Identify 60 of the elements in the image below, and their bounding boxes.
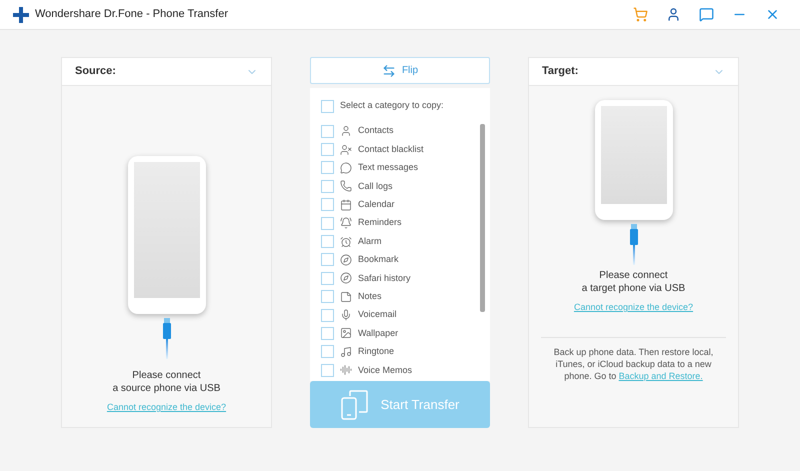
checkbox[interactable] xyxy=(321,143,334,156)
checkbox[interactable] xyxy=(321,326,334,340)
plus-logo-icon xyxy=(13,6,29,22)
category-row[interactable]: Notes xyxy=(321,288,480,306)
checkbox[interactable] xyxy=(321,364,334,377)
checkbox[interactable] xyxy=(321,290,334,304)
category-row[interactable]: Voicemail xyxy=(321,306,480,324)
two-phones-icon xyxy=(340,390,369,420)
calendar-icon xyxy=(340,198,352,211)
checkbox[interactable] xyxy=(321,345,334,358)
music-icon xyxy=(340,346,352,358)
category-row[interactable]: Voice Memos xyxy=(321,361,480,380)
checkbox[interactable] xyxy=(321,235,334,248)
checkbox[interactable] xyxy=(321,161,334,174)
backup-hint: Back up phone data. Then restore local, iTunes, or iCloud backup data to a new phone. Go to Backup and Restore. xyxy=(552,346,714,382)
category-row[interactable]: Safari history xyxy=(321,269,480,288)
sound-wave-icon xyxy=(340,364,352,376)
category-row[interactable]: Call logs xyxy=(321,177,480,196)
connect-message: a target phone via USB xyxy=(582,282,686,295)
category-row[interactable]: Bookmark xyxy=(321,250,480,270)
person-icon xyxy=(340,144,352,156)
checkbox[interactable] xyxy=(321,216,334,230)
checkbox[interactable] xyxy=(321,124,334,138)
chat-bubble-icon xyxy=(340,162,352,174)
category-row[interactable]: Alarm xyxy=(321,232,480,251)
category-row[interactable]: Text messages xyxy=(321,158,480,178)
checkbox[interactable] xyxy=(321,308,334,322)
cart-icon[interactable] xyxy=(633,7,648,22)
select-all-row[interactable]: Select a category to copy: xyxy=(321,98,485,114)
device-dropdown[interactable]: Target: xyxy=(529,58,738,86)
note-icon xyxy=(340,290,352,303)
category-row[interactable]: Contacts xyxy=(321,122,480,140)
checkbox[interactable] xyxy=(321,253,334,266)
checkbox[interactable] xyxy=(321,272,334,285)
category-row[interactable]: Contact blacklist xyxy=(321,140,480,159)
microphone-icon xyxy=(340,309,352,322)
checkbox[interactable] xyxy=(321,180,334,193)
compass-icon xyxy=(340,254,352,266)
image-icon xyxy=(340,327,352,340)
category-row[interactable]: Ringtone xyxy=(321,342,480,362)
category-row[interactable]: Wallpaper xyxy=(321,324,480,343)
category-row[interactable]: Reminders xyxy=(321,214,480,232)
window-title: Wondershare Dr.Fone - Phone Transfer xyxy=(35,7,228,22)
checkbox[interactable] xyxy=(321,100,334,112)
device-dropdown[interactable]: Source: xyxy=(62,58,271,86)
person-icon xyxy=(340,125,352,138)
account-icon[interactable] xyxy=(666,7,681,22)
bell-icon xyxy=(340,217,352,230)
checkbox[interactable] xyxy=(321,198,334,212)
alarm-clock-icon xyxy=(340,236,352,248)
connect-message: Please connect xyxy=(599,269,668,282)
phone-icon xyxy=(340,180,352,192)
category-row[interactable]: Calendar xyxy=(321,196,480,214)
scrollbar[interactable] xyxy=(480,124,485,312)
feedback-icon[interactable] xyxy=(699,7,714,22)
connect-message: Please connect xyxy=(132,369,201,382)
connect-message: a source phone via USB xyxy=(112,382,220,395)
compass-icon xyxy=(340,272,352,284)
swap-arrows-icon xyxy=(382,64,396,78)
close-icon[interactable] xyxy=(765,7,780,22)
